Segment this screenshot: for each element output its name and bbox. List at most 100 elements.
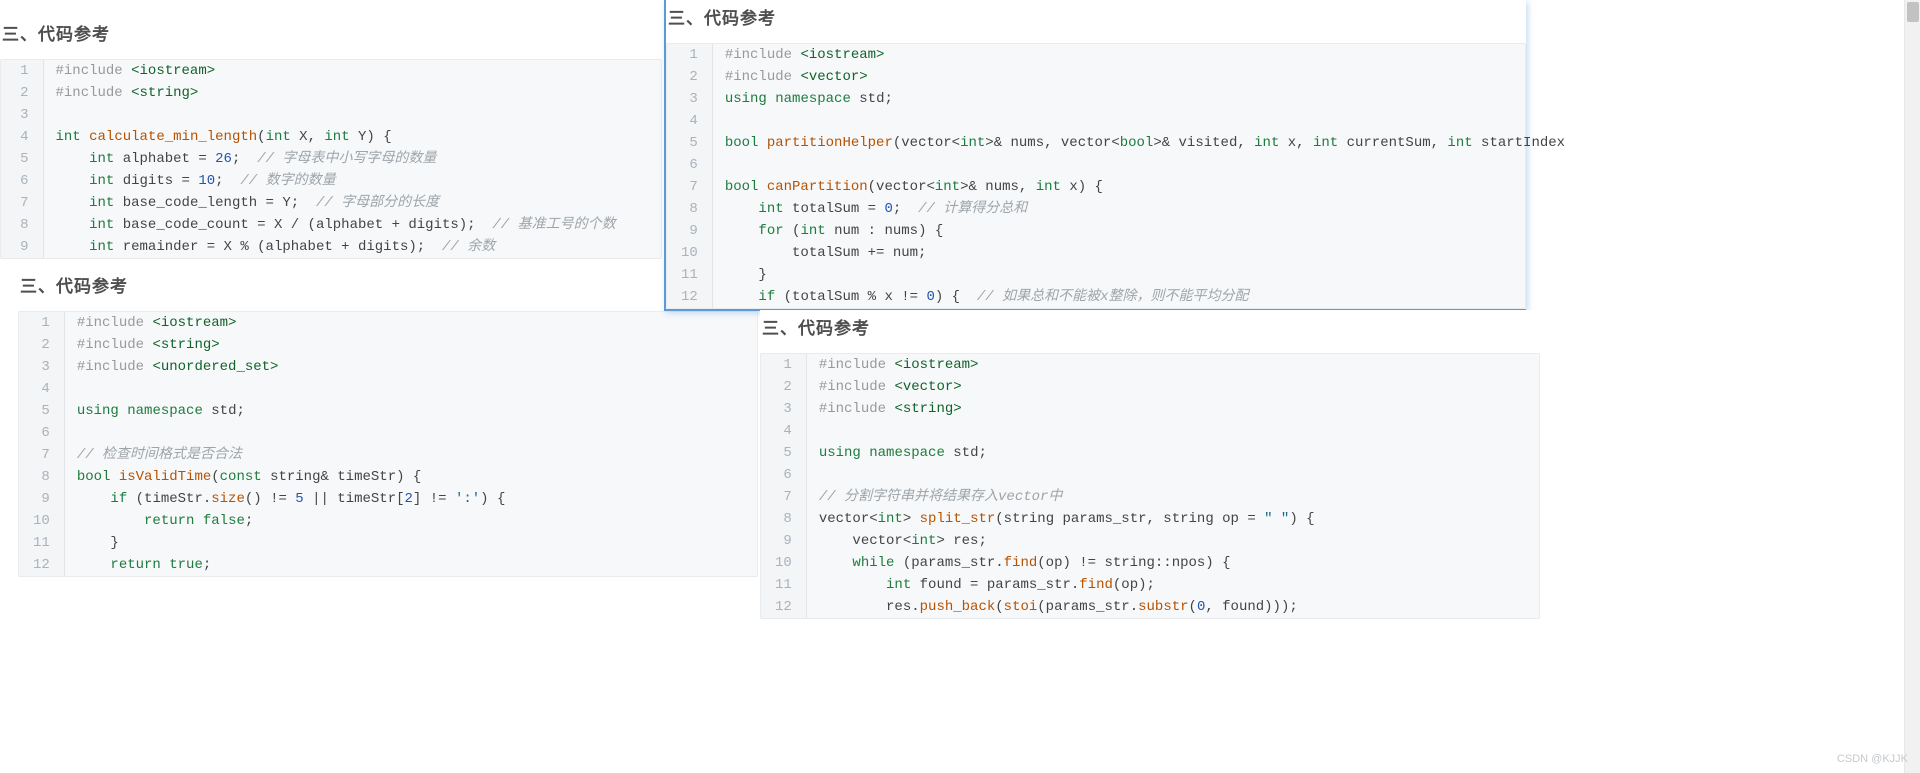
code-line-content <box>43 104 628 126</box>
code-line: 5 int alphabet = 26; // 字母表中小写字母的数量 <box>1 148 628 170</box>
line-number: 12 <box>19 554 64 576</box>
code-line-content: int remainder = X % (alphabet + digits);… <box>43 236 628 258</box>
scrollbar-thumb[interactable] <box>1907 2 1919 22</box>
code-line-content: int base_code_count = X / (alphabet + di… <box>43 214 628 236</box>
code-line: 8 int base_code_count = X / (alphabet + … <box>1 214 628 236</box>
code-line-content: while (params_str.find(op) != string::np… <box>806 552 1326 574</box>
code-panel: 三、代码参考1#include <iostream>2#include <str… <box>18 268 758 577</box>
code-line: 11 int found = params_str.find(op); <box>761 574 1327 596</box>
code-line: 8vector<int> split_str(string params_str… <box>761 508 1327 530</box>
line-number: 10 <box>667 242 712 264</box>
code-line: 1#include <iostream> <box>1 60 628 82</box>
code-block[interactable]: 1#include <iostream>2#include <vector>3#… <box>760 353 1540 619</box>
line-number: 4 <box>667 110 712 132</box>
code-line: 2#include <string> <box>1 82 628 104</box>
code-line: 11 } <box>19 532 517 554</box>
code-line: 5using namespace std; <box>19 400 517 422</box>
section-heading: 三、代码参考 <box>18 268 758 311</box>
line-number: 8 <box>761 508 806 530</box>
code-line-content: #include <vector> <box>806 376 1326 398</box>
line-number: 10 <box>761 552 806 574</box>
code-line-content: int base_code_length = Y; // 字母部分的长度 <box>43 192 628 214</box>
line-number: 3 <box>761 398 806 420</box>
code-line-content: using namespace std; <box>806 442 1326 464</box>
code-line: 3using namespace std; <box>667 88 1577 110</box>
code-line: 12 res.push_back(stoi(params_str.substr(… <box>761 596 1327 618</box>
code-block[interactable]: 1#include <iostream>2#include <vector>3u… <box>666 43 1526 309</box>
line-number: 6 <box>19 422 64 444</box>
code-line-content: using namespace std; <box>712 88 1577 110</box>
code-line: 7 int base_code_length = Y; // 字母部分的长度 <box>1 192 628 214</box>
code-line-content: // 检查时间格式是否合法 <box>64 444 517 466</box>
code-line: 4 <box>667 110 1577 132</box>
code-line-content: return false; <box>64 510 517 532</box>
code-line-content <box>64 422 517 444</box>
code-line-content <box>712 154 1577 176</box>
code-line: 3#include <unordered_set> <box>19 356 517 378</box>
line-number: 2 <box>667 66 712 88</box>
line-number: 6 <box>1 170 43 192</box>
line-number: 4 <box>19 378 64 400</box>
code-line-content: #include <iostream> <box>806 354 1326 376</box>
code-line-content: #include <vector> <box>712 66 1577 88</box>
line-number: 7 <box>19 444 64 466</box>
code-line: 7// 检查时间格式是否合法 <box>19 444 517 466</box>
line-number: 5 <box>761 442 806 464</box>
code-line: 12 if (totalSum % x != 0) { // 如果总和不能被x整… <box>667 286 1577 308</box>
line-number: 12 <box>761 596 806 618</box>
code-line-content: #include <iostream> <box>712 44 1577 66</box>
line-number: 9 <box>1 236 43 258</box>
code-line-content: for (int num : nums) { <box>712 220 1577 242</box>
code-line: 6 <box>761 464 1327 486</box>
line-number: 6 <box>761 464 806 486</box>
line-number: 1 <box>761 354 806 376</box>
code-line: 12 return true; <box>19 554 517 576</box>
code-line: 1#include <iostream> <box>19 312 517 334</box>
code-line: 10 return false; <box>19 510 517 532</box>
code-line: 9 for (int num : nums) { <box>667 220 1577 242</box>
line-number: 1 <box>1 60 43 82</box>
code-line: 10 totalSum += num; <box>667 242 1577 264</box>
code-line-content: } <box>712 264 1577 286</box>
code-line-content: #include <string> <box>64 334 517 356</box>
code-line: 6 <box>667 154 1577 176</box>
watermark: CSDN @KJJK <box>1837 753 1908 765</box>
section-heading: 三、代码参考 <box>666 0 1526 43</box>
code-line-content <box>806 464 1326 486</box>
line-number: 5 <box>1 148 43 170</box>
line-number: 6 <box>667 154 712 176</box>
line-number: 4 <box>1 126 43 148</box>
code-line-content: #include <iostream> <box>64 312 517 334</box>
line-number: 3 <box>1 104 43 126</box>
code-line-content: bool isValidTime(const string& timeStr) … <box>64 466 517 488</box>
code-line: 2#include <vector> <box>761 376 1327 398</box>
code-line: 4int calculate_min_length(int X, int Y) … <box>1 126 628 148</box>
code-line-content: // 分割字符串并将结果存入vector中 <box>806 486 1326 508</box>
code-line-content: bool partitionHelper(vector<int>& nums, … <box>712 132 1577 154</box>
code-block[interactable]: 1#include <iostream>2#include <string>3 … <box>0 59 662 259</box>
code-line-content: totalSum += num; <box>712 242 1577 264</box>
code-line: 10 while (params_str.find(op) != string:… <box>761 552 1327 574</box>
code-panel: 三、代码参考1#include <iostream>2#include <vec… <box>760 310 1540 619</box>
code-line-content: vector<int> split_str(string params_str,… <box>806 508 1326 530</box>
code-line: 7bool canPartition(vector<int>& nums, in… <box>667 176 1577 198</box>
code-line: 11 } <box>667 264 1577 286</box>
line-number: 3 <box>667 88 712 110</box>
line-number: 7 <box>761 486 806 508</box>
code-block[interactable]: 1#include <iostream>2#include <string>3#… <box>18 311 758 577</box>
line-number: 9 <box>19 488 64 510</box>
scrollbar-track[interactable] <box>1904 0 1920 773</box>
code-line: 8 int totalSum = 0; // 计算得分总和 <box>667 198 1577 220</box>
code-line-content: return true; <box>64 554 517 576</box>
line-number: 12 <box>667 286 712 308</box>
code-line: 3 <box>1 104 628 126</box>
code-line: 1#include <iostream> <box>667 44 1577 66</box>
code-line-content: #include <string> <box>43 82 628 104</box>
code-line: 3#include <string> <box>761 398 1327 420</box>
code-line-content: #include <unordered_set> <box>64 356 517 378</box>
line-number: 2 <box>19 334 64 356</box>
code-line-content: int totalSum = 0; // 计算得分总和 <box>712 198 1577 220</box>
code-panel: 三、代码参考1#include <iostream>2#include <str… <box>0 16 662 266</box>
line-number: 11 <box>667 264 712 286</box>
code-line: 1#include <iostream> <box>761 354 1327 376</box>
